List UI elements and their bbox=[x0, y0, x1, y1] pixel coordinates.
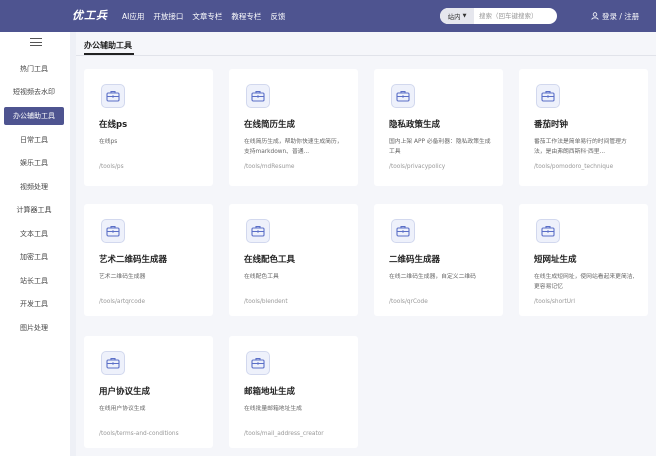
sidebar-item-text-tools[interactable]: 文本工具 bbox=[4, 225, 64, 243]
card-path: /tools/qrCode bbox=[389, 299, 428, 305]
tool-card-short-url[interactable]: 短网址生成 在线生成短网址，使网站看起来更简洁,更容易记忆 /tools/sho… bbox=[519, 204, 648, 316]
card-title: 艺术二维码生成器 bbox=[99, 255, 168, 265]
nav-ai-apps[interactable]: AI应用 bbox=[122, 11, 144, 22]
card-description: 在线二维码生成器，自定义二维码 bbox=[389, 274, 476, 280]
card-title: 邮箱地址生成 bbox=[244, 387, 296, 397]
main-content: 办公辅助工具 在线ps 在线ps /tools/ps 在线简历生成 在线简历生成… bbox=[76, 32, 656, 456]
toolbox-icon bbox=[101, 351, 125, 375]
toolbox-icon bbox=[536, 84, 560, 108]
card-description: 在线用户协议生成 bbox=[99, 406, 146, 412]
toolbox-icon bbox=[391, 219, 415, 243]
card-path: /tools/terms-and-conditions bbox=[99, 431, 179, 437]
card-title: 番茄时钟 bbox=[534, 120, 569, 130]
card-description: 艺术二维码生成器 bbox=[99, 274, 146, 280]
nav-feedback[interactable]: 反馈 bbox=[270, 11, 285, 22]
sidebar-item-daily-tools[interactable]: 日常工具 bbox=[4, 131, 64, 149]
tool-card-privacy-policy[interactable]: 隐私政策生成 国内上架 APP 必备利器：隐私政策生成工具 /tools/pri… bbox=[374, 69, 503, 186]
login-label: 登录 / 注册 bbox=[602, 11, 640, 21]
card-path: /tools/ps bbox=[99, 164, 124, 170]
toolbox-icon bbox=[101, 84, 125, 108]
sidebar-item-video-processing[interactable]: 视频处理 bbox=[4, 178, 64, 196]
card-title: 短网址生成 bbox=[534, 255, 577, 265]
site-logo[interactable]: 优工兵 bbox=[72, 6, 112, 26]
toolbox-icon bbox=[536, 219, 560, 243]
card-description: 在线简历生成，帮助你快速生成简历，支持markdown、普通... bbox=[244, 139, 343, 155]
sidebar-item-encryption-tools[interactable]: 加密工具 bbox=[4, 248, 64, 266]
card-path: /tools/shortUrl bbox=[534, 299, 576, 305]
toolbox-icon bbox=[246, 219, 270, 243]
card-description: 在线配色工具 bbox=[244, 274, 279, 280]
nav-articles[interactable]: 文章专栏 bbox=[192, 11, 222, 22]
card-title: 隐私政策生成 bbox=[389, 120, 441, 130]
nav-open-api[interactable]: 开放接口 bbox=[153, 11, 183, 22]
sidebar-item-hot-tools[interactable]: 热门工具 bbox=[4, 60, 64, 78]
card-description: 国内上架 APP 必备利器：隐私政策生成工具 bbox=[389, 139, 491, 155]
search-scope-dropdown[interactable]: 站内 ▼ bbox=[440, 8, 474, 24]
card-path: /tools/pomodoro_technique bbox=[534, 164, 614, 170]
search-input[interactable] bbox=[474, 12, 554, 20]
toolbox-icon bbox=[246, 351, 270, 375]
tool-card-terms[interactable]: 用户协议生成 在线用户协议生成 /tools/terms-and-conditi… bbox=[84, 336, 213, 448]
card-title: 在线ps bbox=[99, 120, 128, 130]
sidebar-item-calculator-tools[interactable]: 计算器工具 bbox=[4, 201, 64, 219]
card-title: 在线配色工具 bbox=[244, 255, 296, 265]
sidebar-item-office-tools[interactable]: 办公辅助工具 bbox=[4, 107, 64, 125]
card-path: /tools/artqrcode bbox=[99, 299, 146, 305]
login-register-link[interactable]: 登录 / 注册 bbox=[591, 0, 639, 32]
card-description: 在线生成短网址，使网站看起来更简洁,更容易记忆 bbox=[534, 274, 635, 290]
sidebar: 热门工具 短视频去水印 办公辅助工具 日常工具 娱乐工具 视频处理 计算器工具 … bbox=[0, 32, 70, 456]
toolbox-icon bbox=[391, 84, 415, 108]
menu-collapse-icon[interactable] bbox=[30, 38, 42, 48]
card-path: /tools/mail_address_creator bbox=[244, 431, 324, 437]
caret-down-icon: ▼ bbox=[462, 13, 467, 19]
sidebar-item-image-processing[interactable]: 图片处理 bbox=[4, 319, 64, 337]
toolbox-icon bbox=[246, 84, 270, 108]
card-path: /tools/mdResume bbox=[244, 164, 295, 170]
tool-card-art-qrcode[interactable]: 艺术二维码生成器 艺术二维码生成器 /tools/artqrcode bbox=[84, 204, 213, 316]
tool-card-pomodoro[interactable]: 番茄时钟 番茄工作法是简单易行的时间管理方法，是由弗朗西斯科·西里... /to… bbox=[519, 69, 648, 186]
tool-card-online-ps[interactable]: 在线ps 在线ps /tools/ps bbox=[84, 69, 213, 186]
tool-card-qrcode[interactable]: 二维码生成器 在线二维码生成器，自定义二维码 /tools/qrCode bbox=[374, 204, 503, 316]
sidebar-item-dev-tools[interactable]: 开发工具 bbox=[4, 295, 64, 313]
tool-card-email-generator[interactable]: 邮箱地址生成 在线批量邮箱地址生成 /tools/mail_address_cr… bbox=[229, 336, 358, 448]
card-title: 在线简历生成 bbox=[244, 120, 296, 130]
sidebar-item-webmaster-tools[interactable]: 站长工具 bbox=[4, 272, 64, 290]
search-scope-label: 站内 bbox=[447, 13, 461, 21]
sidebar-item-watermark-remover[interactable]: 短视频去水印 bbox=[4, 83, 64, 101]
main-nav: AI应用 开放接口 文章专栏 教程专栏 反馈 bbox=[122, 0, 294, 32]
card-path: /tools/privacypolicy bbox=[389, 164, 446, 170]
top-navbar: 优工兵 AI应用 开放接口 文章专栏 教程专栏 反馈 站内 ▼ 登录 / 注册 bbox=[0, 0, 656, 32]
card-title: 用户协议生成 bbox=[99, 387, 151, 397]
card-description: 在线ps bbox=[99, 139, 118, 145]
header-divider bbox=[76, 55, 656, 56]
search-bar: 站内 ▼ bbox=[440, 8, 557, 24]
card-description: 番茄工作法是简单易行的时间管理方法，是由弗朗西斯科·西里... bbox=[534, 139, 627, 155]
card-title: 二维码生成器 bbox=[389, 255, 441, 265]
tool-card-color-picker[interactable]: 在线配色工具 在线配色工具 /tools/blendent bbox=[229, 204, 358, 316]
card-path: /tools/blendent bbox=[244, 299, 288, 305]
tool-card-resume-builder[interactable]: 在线简历生成 在线简历生成，帮助你快速生成简历，支持markdown、普通...… bbox=[229, 69, 358, 186]
nav-tutorials[interactable]: 教程专栏 bbox=[231, 11, 261, 22]
toolbox-icon bbox=[101, 219, 125, 243]
sidebar-item-fun-tools[interactable]: 娱乐工具 bbox=[4, 154, 64, 172]
page-title: 办公辅助工具 bbox=[84, 41, 132, 50]
card-description: 在线批量邮箱地址生成 bbox=[244, 406, 302, 412]
user-icon bbox=[591, 12, 599, 20]
